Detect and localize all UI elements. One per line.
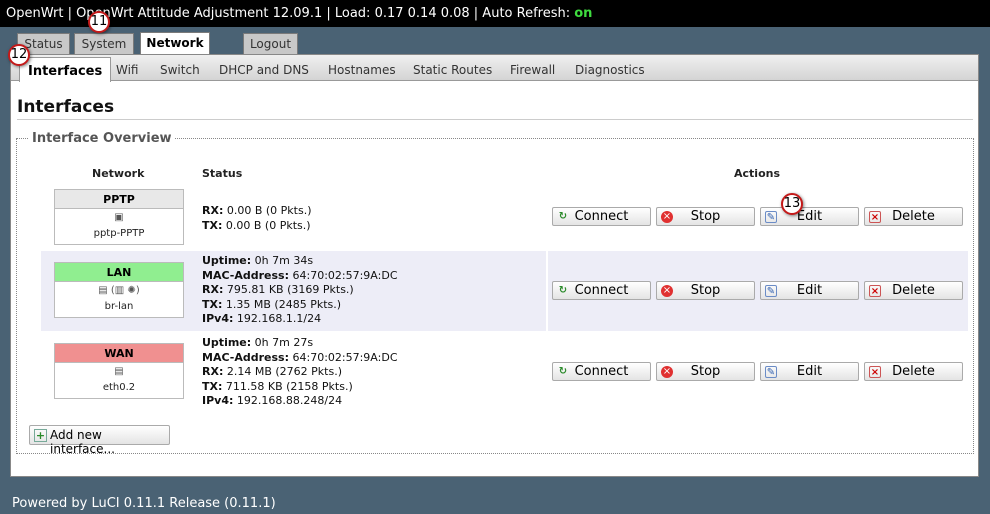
subtab-bar: Interfaces Wifi Switch DHCP and DNS Host… [11,55,978,82]
page-title: Interfaces [17,97,115,117]
callout-marker: 12 [8,44,30,66]
connect-button[interactable]: ↻ Connect [552,281,651,300]
interface-status: Uptime: 0h 7m 27s MAC-Address: 64:70:02:… [202,336,398,407]
network-badge-wan: WAN ▤ eth0.2 [54,343,184,399]
callout-marker: 11 [88,11,110,33]
subtab-switch[interactable]: Switch [160,55,200,81]
tab-network[interactable]: Network [140,32,210,55]
stop-icon: × [661,211,673,223]
delete-icon: × [869,366,881,378]
delete-button[interactable]: × Delete [864,281,963,300]
delete-icon: × [869,211,881,223]
refresh-icon: ↻ [558,211,568,222]
column-actions: Actions [734,167,780,180]
connect-button[interactable]: ↻ Connect [552,362,651,381]
add-icon: + [34,429,47,442]
subtab-wifi[interactable]: Wifi [116,55,139,81]
refresh-icon: ↻ [558,366,568,377]
column-status: Status [202,167,243,180]
network-name: LAN [55,263,183,282]
stop-icon: × [661,366,673,378]
connect-button[interactable]: ↻ Connect [552,207,651,226]
overview-legend: Interface Overview [32,131,172,146]
title-divider [17,119,973,120]
network-device: eth0.2 [102,382,136,393]
stop-button[interactable]: × Stop [656,281,755,300]
edit-button[interactable]: ✎ Edit [760,281,859,300]
network-badge-lan: LAN ▤ (▥ ✺) br-lan [54,262,184,318]
refresh-icon: ↻ [558,285,568,296]
edit-icon: ✎ [765,366,777,378]
edit-button[interactable]: ✎ Edit [760,207,859,226]
delete-icon: × [869,285,881,297]
network-name: PPTP [55,190,183,209]
subtab-dhcp-dns[interactable]: DHCP and DNS [219,55,309,81]
subtab-interfaces[interactable]: Interfaces [19,57,112,82]
tab-system[interactable]: System [74,33,134,54]
stop-icon: × [661,285,673,297]
bridge-icon: ▤ (▥ ✺) [98,285,140,296]
tab-logout[interactable]: Logout [243,33,298,54]
interface-status: RX: 0.00 B (0 Pkts.) TX: 0.00 B (0 Pkts.… [202,204,312,232]
edit-icon: ✎ [765,211,777,223]
subtab-static-routes[interactable]: Static Routes [413,55,492,81]
edit-icon: ✎ [765,285,777,297]
subtab-firewall[interactable]: Firewall [510,55,555,81]
network-name: WAN [55,344,183,363]
delete-button[interactable]: × Delete [864,207,963,226]
network-badge-pptp: PPTP ▣ pptp-PPTP [54,189,184,245]
subtab-diagnostics[interactable]: Diagnostics [575,55,645,81]
delete-button[interactable]: × Delete [864,362,963,381]
ethernet-icon: ▤ [114,366,124,377]
footer: Powered by LuCI 0.11.1 Release (0.11.1) [12,496,276,511]
network-device: pptp-PPTP [93,228,145,239]
network-device: br-lan [104,301,134,312]
interface-status: Uptime: 0h 7m 34s MAC-Address: 64:70:02:… [202,254,398,325]
subtab-hostnames[interactable]: Hostnames [328,55,396,81]
stop-button[interactable]: × Stop [656,362,755,381]
callout-marker: 13 [781,193,803,215]
row-separator [546,251,548,331]
tunnel-icon: ▣ [114,212,124,223]
auto-refresh-toggle[interactable]: on [574,6,592,21]
stop-button[interactable]: × Stop [656,207,755,226]
edit-button[interactable]: ✎ Edit [760,362,859,381]
add-interface-button[interactable]: + Add new interface... [29,425,170,456]
top-bar: OpenWrt | OpenWrt Attitude Adjustment 12… [0,0,990,27]
column-network: Network [92,167,145,180]
